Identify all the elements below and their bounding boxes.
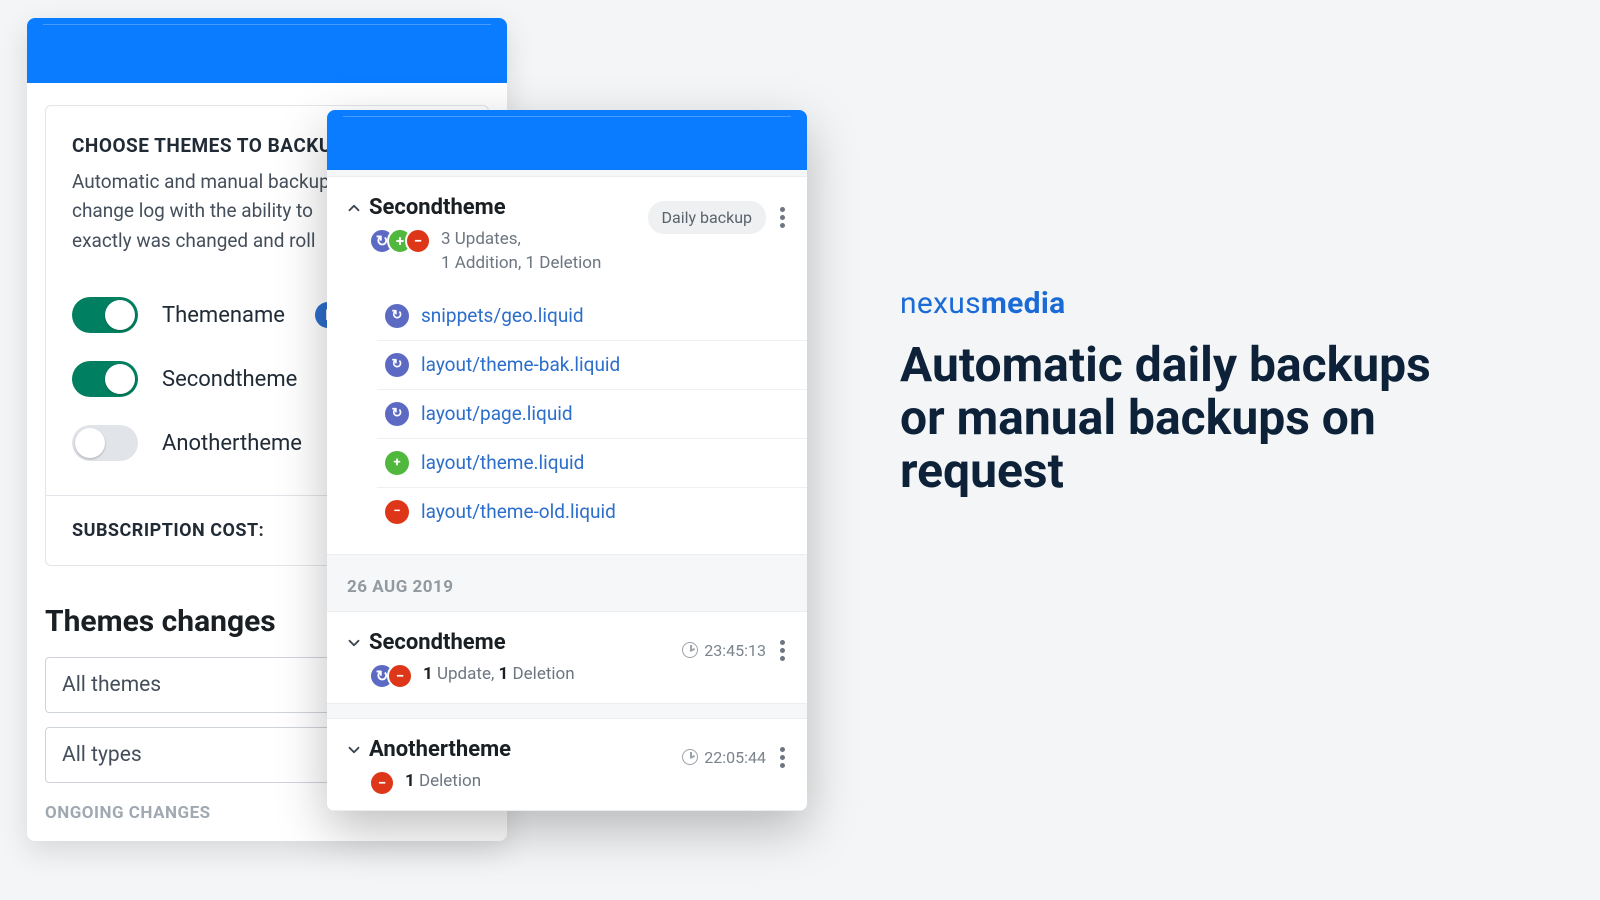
date-header: 26 AUG 2019 xyxy=(327,555,807,611)
panel-changes-log: Secondtheme ↻ + − 3 Updates, 1 Addition,… xyxy=(327,110,807,811)
deletion-icon: − xyxy=(387,663,413,689)
update-icon: ↻ xyxy=(385,402,409,426)
file-row[interactable]: ↻ layout/theme-bak.liquid xyxy=(377,340,807,389)
file-row[interactable]: ↻ layout/page.liquid xyxy=(377,389,807,438)
file-path: layout/theme-old.liquid xyxy=(421,500,616,523)
expand-icon[interactable] xyxy=(339,737,369,764)
file-row[interactable]: − layout/theme-old.liquid xyxy=(377,487,807,536)
group-title: Secondtheme xyxy=(369,630,682,655)
file-path: layout/theme.liquid xyxy=(421,451,584,474)
toggle-secondtheme[interactable] xyxy=(72,361,138,397)
file-list: ↻ snippets/geo.liquid ↻ layout/theme-bak… xyxy=(327,290,807,554)
expand-icon[interactable] xyxy=(339,630,369,657)
update-icon: ↻ xyxy=(385,304,409,328)
addition-icon: + xyxy=(385,451,409,475)
group-title: Anothertheme xyxy=(369,737,682,762)
more-menu-button[interactable] xyxy=(776,636,789,665)
change-type-icons: − xyxy=(369,770,395,796)
panel-header xyxy=(27,18,507,83)
timestamp: 23:45:13 xyxy=(682,641,766,660)
theme-name: Themename xyxy=(162,303,285,328)
change-group-secondtheme-expanded: Secondtheme ↻ + − 3 Updates, 1 Addition,… xyxy=(327,176,807,555)
deletion-icon: − xyxy=(405,228,431,254)
panel-header xyxy=(327,110,807,170)
toggle-themename[interactable] xyxy=(72,297,138,333)
collapse-icon[interactable] xyxy=(339,195,369,222)
clock-icon xyxy=(682,642,698,658)
file-row[interactable]: ↻ snippets/geo.liquid xyxy=(377,292,807,340)
change-type-icons: ↻ − xyxy=(369,663,413,689)
daily-backup-badge: Daily backup xyxy=(648,201,767,234)
group-summary: 1 Deletion xyxy=(405,770,481,794)
theme-name: Anothertheme xyxy=(162,431,302,456)
change-type-icons: ↻ + − xyxy=(369,228,431,254)
file-path: layout/theme-bak.liquid xyxy=(421,353,620,376)
deletion-icon: − xyxy=(369,770,395,796)
group-summary: 1 Update, 1 Deletion xyxy=(423,663,575,687)
more-menu-button[interactable] xyxy=(776,203,789,232)
file-row[interactable]: + layout/theme.liquid xyxy=(377,438,807,487)
theme-name: Secondtheme xyxy=(162,367,297,392)
change-group-anothertheme-collapsed: Anothertheme − 1 Deletion 22:05:44 xyxy=(327,718,807,811)
timestamp: 22:05:44 xyxy=(682,748,766,767)
deletion-icon: − xyxy=(385,500,409,524)
file-path: snippets/geo.liquid xyxy=(421,304,584,327)
more-menu-button[interactable] xyxy=(776,743,789,772)
brand-logo: nexusmedia xyxy=(900,286,1460,321)
marketing-tagline: Automatic daily backups or manual backup… xyxy=(900,339,1460,497)
toggle-anothertheme[interactable] xyxy=(72,425,138,461)
update-icon: ↻ xyxy=(385,353,409,377)
clock-icon xyxy=(682,749,698,765)
marketing-text: nexusmedia Automatic daily backups or ma… xyxy=(900,286,1460,497)
file-path: layout/page.liquid xyxy=(421,402,573,425)
group-title: Secondtheme xyxy=(369,195,648,220)
change-group-secondtheme-collapsed: Secondtheme ↻ − 1 Update, 1 Deletion xyxy=(327,611,807,704)
group-summary: 3 Updates, 1 Addition, 1 Deletion xyxy=(441,228,601,276)
